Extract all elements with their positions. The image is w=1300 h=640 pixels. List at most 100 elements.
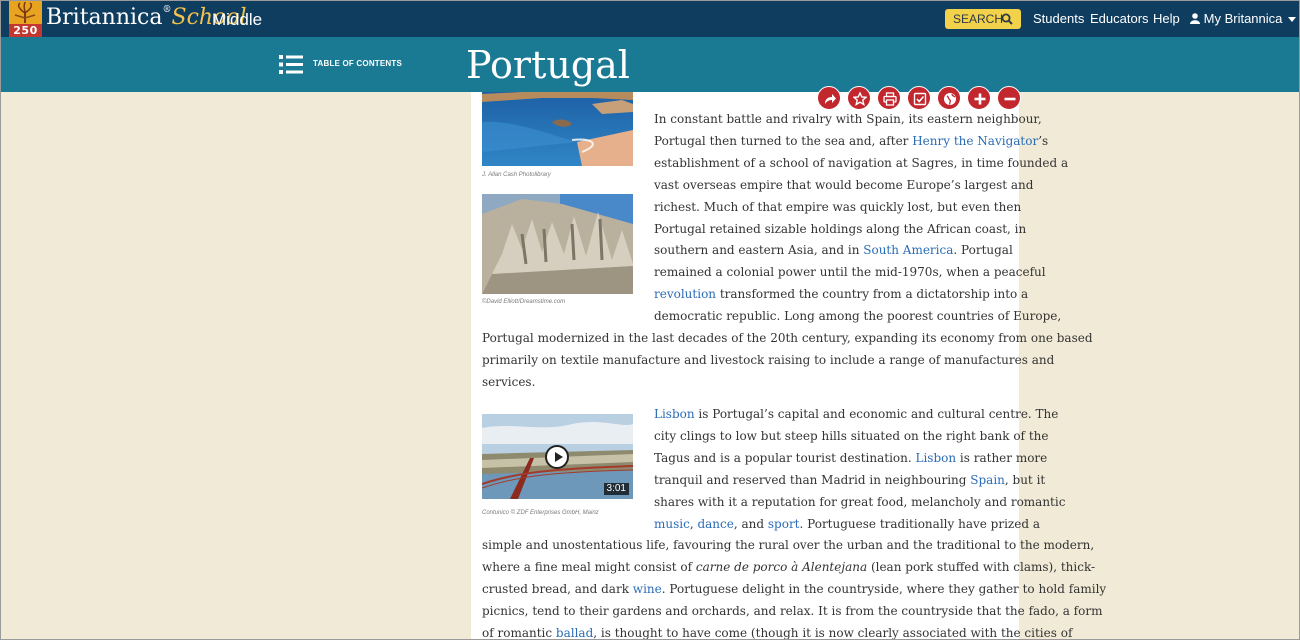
article-link[interactable]: dance (697, 517, 733, 531)
article-link[interactable]: sport (768, 517, 800, 531)
article-link[interactable]: revolution (654, 287, 716, 301)
print-button[interactable] (877, 86, 901, 110)
star-icon (853, 92, 867, 106)
article-link[interactable]: South America (863, 243, 953, 257)
search-label: SEARCH (953, 12, 1004, 26)
article-text-line: remained a colonial power until the mid-… (654, 264, 1046, 280)
text-span: Portugal retained sizable holdings along… (654, 221, 1027, 236)
text-span: remained a colonial power until the mid-… (654, 265, 1046, 280)
nav-students[interactable]: Students (1033, 11, 1084, 26)
image-credit: J. Allan Cash Photolibrary (482, 172, 551, 178)
text-span: , but it (1004, 472, 1046, 487)
text-span: establishment of a school of navigation … (654, 155, 1069, 170)
text-span: crusted bread, and dark (482, 582, 633, 597)
coastline-image[interactable] (482, 92, 633, 166)
article-link[interactable]: ballad (556, 626, 593, 640)
article-text-line: Lisbon is Portugal’s capital and economi… (654, 406, 1058, 422)
nav-help[interactable]: Help (1153, 11, 1180, 26)
table-of-contents-icon[interactable] (279, 55, 303, 74)
favorite-button[interactable] (847, 86, 871, 110)
text-span: picnics, tend to their gardens and orcha… (482, 604, 1103, 619)
article-link[interactable]: Henry the Navigator (912, 134, 1038, 148)
text-span: , and (733, 516, 768, 531)
increase-text-button[interactable] (967, 86, 991, 110)
article-text-line: tranquil and reserved than Madrid in nei… (654, 472, 1045, 488)
page-title: Portugal (466, 43, 630, 87)
article-text-line: vast overseas empire that would become E… (654, 177, 1033, 193)
top-navigation-bar: 250 Britannica®School Middle SEARCH Stud… (0, 0, 1300, 37)
print-icon (883, 92, 897, 106)
decrease-text-button[interactable] (997, 86, 1021, 110)
article-text-line: city clings to low but steep hills situa… (654, 428, 1048, 444)
text-span: Portugal then turned to the sea and, aft… (654, 133, 913, 148)
text-span: . Portuguese traditionally have prized a (799, 516, 1041, 531)
nav-educators[interactable]: Educators (1090, 11, 1149, 26)
plus-icon (974, 93, 986, 105)
text-span: vast overseas empire that would become E… (654, 177, 1034, 192)
image-credit: ©David Elliott/Dreamstime.com (482, 299, 566, 305)
article-text-line: In constant battle and rivalry with Spai… (654, 111, 1042, 127)
text-span: is Portugal’s capital and economic and c… (694, 407, 1059, 421)
article-text-line: services. (482, 374, 535, 390)
text-span: simple and unostentatious life, favourin… (482, 538, 1095, 553)
play-button[interactable] (545, 445, 569, 469)
article-text-line: Tagus and is a popular tourist destinati… (654, 450, 1047, 466)
my-britannica-label: My Britannica (1203, 11, 1283, 26)
text-span: where a fine meal might consist of (482, 560, 696, 575)
chevron-down-icon (1288, 17, 1297, 23)
cite-button[interactable] (907, 86, 931, 110)
share-button[interactable] (817, 86, 841, 110)
text-span: , is thought to have come (though it is … (593, 626, 1073, 640)
text-span: (lean pork stuffed with clams), thick- (867, 560, 1096, 575)
article-link[interactable]: Lisbon (916, 451, 957, 465)
brand-name: Britannica (46, 5, 163, 30)
article-text-line: music, dance, and sport. Portuguese trad… (654, 516, 1040, 532)
text-span: shares with it a reputation for great fo… (654, 494, 1066, 509)
article-text-line: crusted bread, and dark wine. Portuguese… (482, 581, 1106, 597)
article-text-line: primarily on textile manufacture and liv… (482, 352, 1054, 368)
text-span: democratic republic. Long among the poor… (654, 309, 1062, 324)
text-span: of romantic (482, 626, 556, 640)
article-link[interactable]: Spain (970, 473, 1005, 487)
translate-button[interactable] (937, 86, 961, 110)
lisbon-video[interactable]: 3:01 (481, 414, 634, 499)
registered-mark: ® (162, 5, 172, 15)
article-text-line: Portugal then turned to the sea and, aft… (654, 133, 1048, 149)
my-britannica-menu[interactable]: My Britannica (1190, 11, 1297, 26)
logo-badge-number: 250 (9, 24, 42, 37)
coastline-photo (482, 92, 633, 166)
article-text-line: where a fine meal might consist of carne… (482, 559, 1095, 575)
text-span: southern and eastern Asia, and in (654, 243, 864, 258)
article-link[interactable]: Lisbon (654, 407, 695, 421)
monument-image[interactable] (482, 194, 633, 294)
article-content: J. Allan Cash Photolibrary ©David Elliot… (471, 92, 1106, 640)
monument-photo (482, 194, 633, 294)
text-span: ’s (1038, 133, 1049, 148)
user-icon (1190, 13, 1200, 24)
text-span: city clings to low but steep hills situa… (654, 428, 1049, 443)
article-text-line: democratic republic. Long among the poor… (654, 308, 1061, 324)
britannica-250-logo[interactable]: 250 (9, 1, 42, 37)
text-span: In constant battle and rivalry with Spai… (654, 112, 1042, 126)
thistle-icon (14, 1, 36, 23)
article-link[interactable]: wine (633, 582, 662, 596)
article-text-line: southern and eastern Asia, and in South … (654, 242, 1013, 258)
table-of-contents-link[interactable]: TABLE OF CONTENTS (313, 59, 402, 68)
article-text-line: picnics, tend to their gardens and orcha… (482, 603, 1102, 619)
video-credit: Contunico © ZDF Enterprises GmbH, Mainz (482, 510, 599, 516)
text-span: Tagus and is a popular tourist destinati… (654, 450, 916, 465)
minus-icon (1004, 97, 1016, 101)
article-text-line: of romantic ballad, is thought to have c… (482, 625, 1072, 640)
text-span: primarily on textile manufacture and liv… (482, 352, 1055, 367)
article-link[interactable]: music (654, 517, 690, 531)
translate-icon (944, 93, 956, 105)
share-icon (825, 94, 836, 104)
text-span: richest. Much of that empire was quickly… (654, 199, 1022, 214)
level-label: Middle (212, 10, 263, 29)
article-text-line: Portugal modernized in the last decades … (482, 330, 1093, 346)
search-button[interactable]: SEARCH (945, 9, 1021, 29)
article-text-line: revolution transformed the country from … (654, 286, 1028, 302)
article-text-line: simple and unostentatious life, favourin… (482, 537, 1094, 553)
article-text-line: establishment of a school of navigation … (654, 155, 1068, 171)
article-text-line: shares with it a reputation for great fo… (654, 494, 1065, 510)
